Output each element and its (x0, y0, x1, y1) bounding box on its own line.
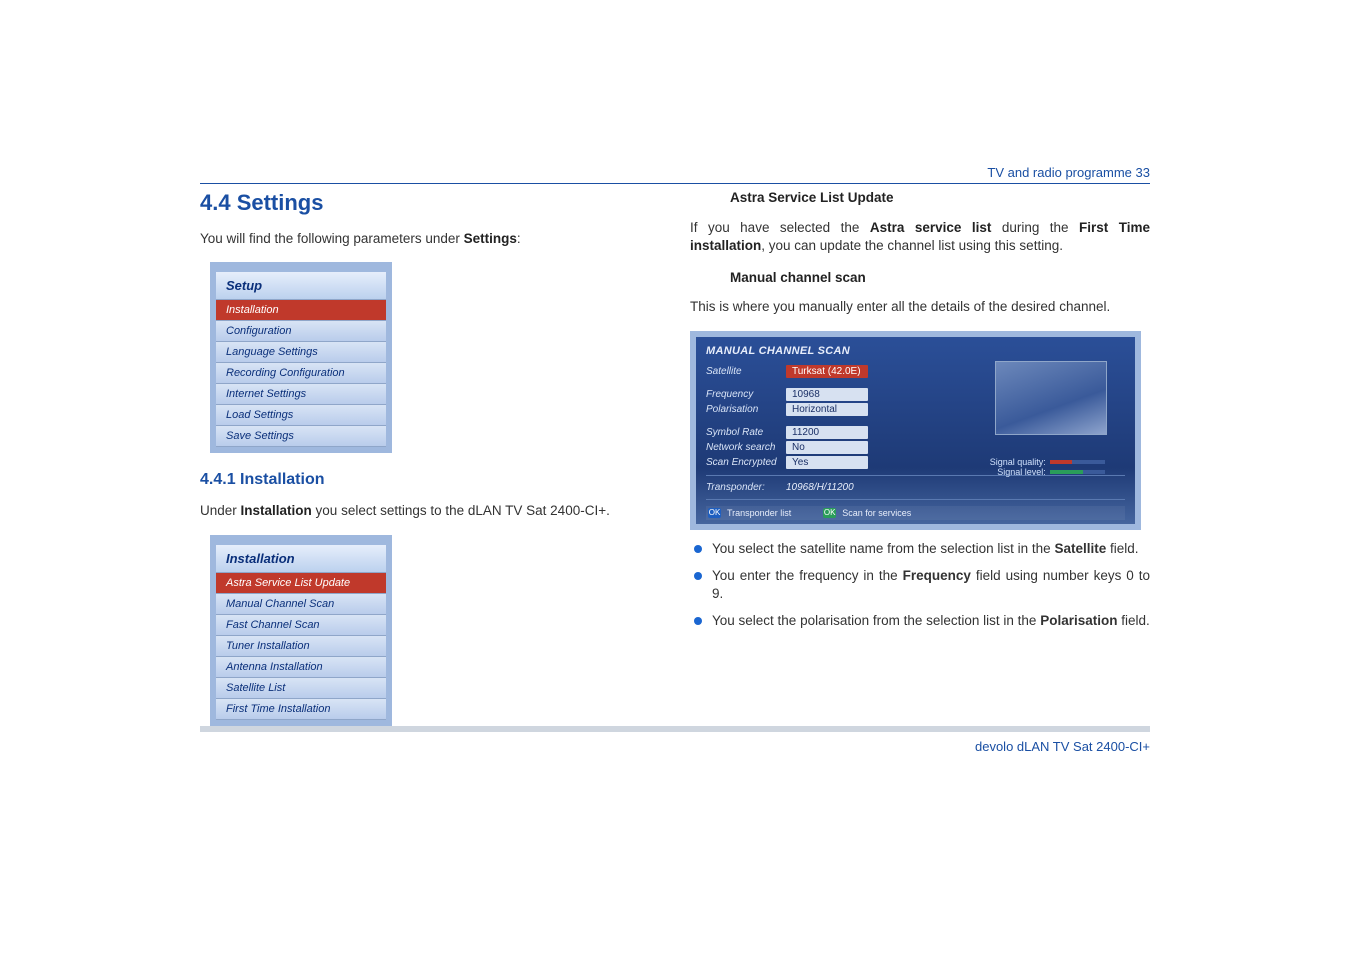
text-bold: Installation (241, 503, 312, 518)
installation-menu-screenshot: Installation Astra Service List Update M… (210, 535, 392, 726)
section-heading: 4.4 Settings (200, 190, 660, 216)
field-value: 10968 (786, 388, 868, 401)
text: If you have selected the (690, 220, 870, 235)
text: You select the polarisation from the sel… (712, 613, 1040, 628)
scan-title: MANUAL CHANNEL SCAN (706, 343, 1125, 363)
divider (706, 499, 1125, 500)
signal-level-bar (1050, 470, 1105, 474)
list-item: You select the polarisation from the sel… (694, 612, 1150, 639)
list-item: You enter the frequency in the Frequency… (694, 567, 1150, 613)
text-bold: Satellite (1054, 541, 1106, 556)
menu-item: Satellite List (216, 678, 386, 699)
field-label: Scan Encrypted (706, 457, 786, 468)
menu-title: Installation (216, 545, 386, 573)
transponder-label: Transponder: (706, 482, 786, 493)
menu-title: Setup (216, 272, 386, 300)
field-label: Frequency (706, 389, 786, 400)
setup-menu-screenshot: Setup Installation Configuration Languag… (210, 262, 392, 453)
field-value: 11200 (786, 426, 868, 439)
menu-item: Internet Settings (216, 384, 386, 405)
paragraph: This is where you manually enter all the… (690, 298, 1150, 317)
field-label: Polarisation (706, 404, 786, 415)
text: You enter the frequency in the (712, 568, 903, 583)
field-label: Symbol Rate (706, 427, 786, 438)
transponder-row: Transponder: 10968/H/11200 (706, 482, 1125, 493)
text: you select settings to the dLAN TV Sat 2… (312, 503, 610, 518)
menu-item: Fast Channel Scan (216, 615, 386, 636)
header-rule (200, 183, 1150, 184)
paragraph: If you have selected the Astra service l… (690, 219, 1150, 257)
menu-item: Save Settings (216, 426, 386, 447)
list-item: You select the satellite name from the s… (694, 540, 1150, 567)
manual-channel-scan-screenshot: MANUAL CHANNEL SCAN Satellite Turksat (4… (690, 331, 1141, 530)
bullet-list: You select the satellite name from the s… (690, 540, 1150, 640)
menu-item: Antenna Installation (216, 657, 386, 678)
action-label: Transponder list (727, 508, 791, 518)
text: field. (1106, 541, 1138, 556)
paragraph: Under Installation you select settings t… (200, 502, 660, 521)
field-label: Satellite (706, 366, 786, 377)
field-value: Turksat (42.0E) (786, 365, 868, 378)
text-bold: Settings (464, 231, 517, 246)
menu-item: Language Settings (216, 342, 386, 363)
running-header: TV and radio programme 33 (987, 165, 1150, 180)
action-label: Scan for services (842, 508, 911, 518)
ok-key-icon: OK (708, 508, 721, 518)
text: Under (200, 503, 241, 518)
field-row: Network search No (706, 441, 1125, 454)
menu-item: Configuration (216, 321, 386, 342)
menu-item: Load Settings (216, 405, 386, 426)
action-bar: OK Transponder list OK Scan for services (706, 506, 1125, 520)
intro-paragraph: You will find the following parameters u… (200, 230, 660, 249)
subheading: Astra Service List Update (730, 190, 1150, 205)
menu-item: Recording Configuration (216, 363, 386, 384)
menu-item: Manual Channel Scan (216, 594, 386, 615)
menu-item: First Time Installation (216, 699, 386, 720)
text-bold: Astra service list (870, 220, 991, 235)
signal-readout: Signal quality: Signal level: (990, 457, 1105, 477)
menu-item: Tuner Installation (216, 636, 386, 657)
text: , you can update the channel list using … (761, 238, 1063, 253)
footer-text: devolo dLAN TV Sat 2400-CI+ (975, 739, 1150, 754)
text: You select the satellite name from the s… (712, 541, 1054, 556)
field-value: No (786, 441, 868, 454)
text: : (517, 231, 521, 246)
subsection-heading: 4.4.1 Installation (200, 471, 660, 489)
signal-quality-label: Signal quality: (990, 457, 1046, 467)
video-preview (995, 361, 1107, 435)
text-bold: Polarisation (1040, 613, 1117, 628)
menu-item: Astra Service List Update (216, 573, 386, 594)
transponder-value: 10968/H/11200 (786, 482, 854, 493)
text: field. (1117, 613, 1149, 628)
footer-rule (200, 726, 1150, 732)
text-bold: Frequency (903, 568, 971, 583)
field-value: Horizontal (786, 403, 868, 416)
text: during the (991, 220, 1079, 235)
field-label: Network search (706, 442, 786, 453)
ok-key-icon: OK (823, 508, 836, 518)
field-value: Yes (786, 456, 868, 469)
signal-level-label: Signal level: (997, 467, 1046, 477)
text: You will find the following parameters u… (200, 231, 464, 246)
subheading: Manual channel scan (730, 270, 1150, 285)
signal-quality-bar (1050, 460, 1105, 464)
menu-item: Installation (216, 300, 386, 321)
